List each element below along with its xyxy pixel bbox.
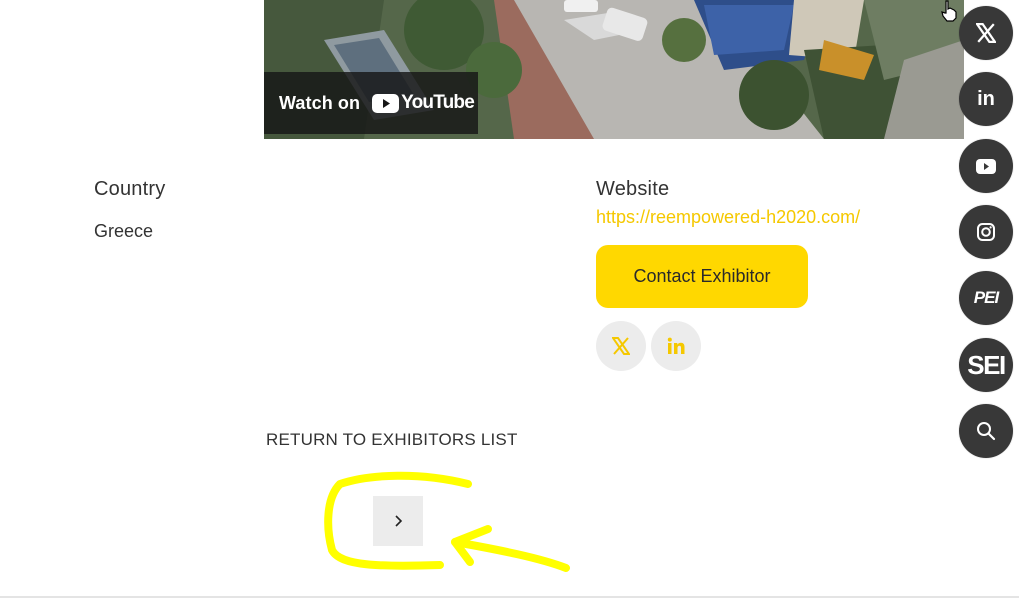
chevron-right-icon <box>395 515 403 527</box>
rail-x-button[interactable] <box>959 6 1013 60</box>
rail-sei-button[interactable]: SEI <box>959 338 1013 392</box>
search-icon <box>977 422 996 441</box>
youtube-logo: YouTube <box>372 92 475 114</box>
country-label: Country <box>94 178 166 200</box>
share-linkedin-button[interactable] <box>651 321 701 371</box>
hand-cursor-icon <box>941 0 957 22</box>
website-label: Website <box>596 178 670 200</box>
youtube-wordmark: YouTube <box>401 92 475 113</box>
share-x-button[interactable] <box>596 321 646 371</box>
rail-youtube-button[interactable] <box>959 139 1013 193</box>
rail-search-button[interactable] <box>959 404 1013 458</box>
sei-logo: SEI <box>967 349 1006 380</box>
return-to-exhibitors-link[interactable]: RETURN TO EXHIBITORS LIST <box>266 430 518 450</box>
contact-exhibitor-button[interactable]: Contact Exhibitor <box>596 245 808 308</box>
website-link[interactable]: https://reempowered-h2020.com/ <box>596 207 860 228</box>
youtube-play-icon <box>372 93 400 113</box>
linkedin-icon: in <box>977 87 995 110</box>
x-icon <box>612 337 630 355</box>
next-page-button[interactable] <box>373 496 423 546</box>
exhibitor-page: Watch on YouTube Country Greece Website … <box>0 0 1019 598</box>
rail-linkedin-button[interactable]: in <box>959 72 1013 126</box>
rail-instagram-button[interactable] <box>959 205 1013 259</box>
linkedin-icon <box>667 337 685 354</box>
x-icon <box>976 23 996 43</box>
video-embed[interactable]: Watch on YouTube <box>264 0 964 139</box>
pei-logo: PEI <box>973 288 999 307</box>
youtube-icon <box>976 158 996 174</box>
rail-pei-button[interactable]: PEI <box>959 271 1013 325</box>
country-value: Greece <box>94 221 154 241</box>
instagram-icon <box>977 223 995 241</box>
watch-on-label: Watch on <box>279 92 361 113</box>
watch-on-youtube-button[interactable]: Watch on YouTube <box>264 72 478 134</box>
